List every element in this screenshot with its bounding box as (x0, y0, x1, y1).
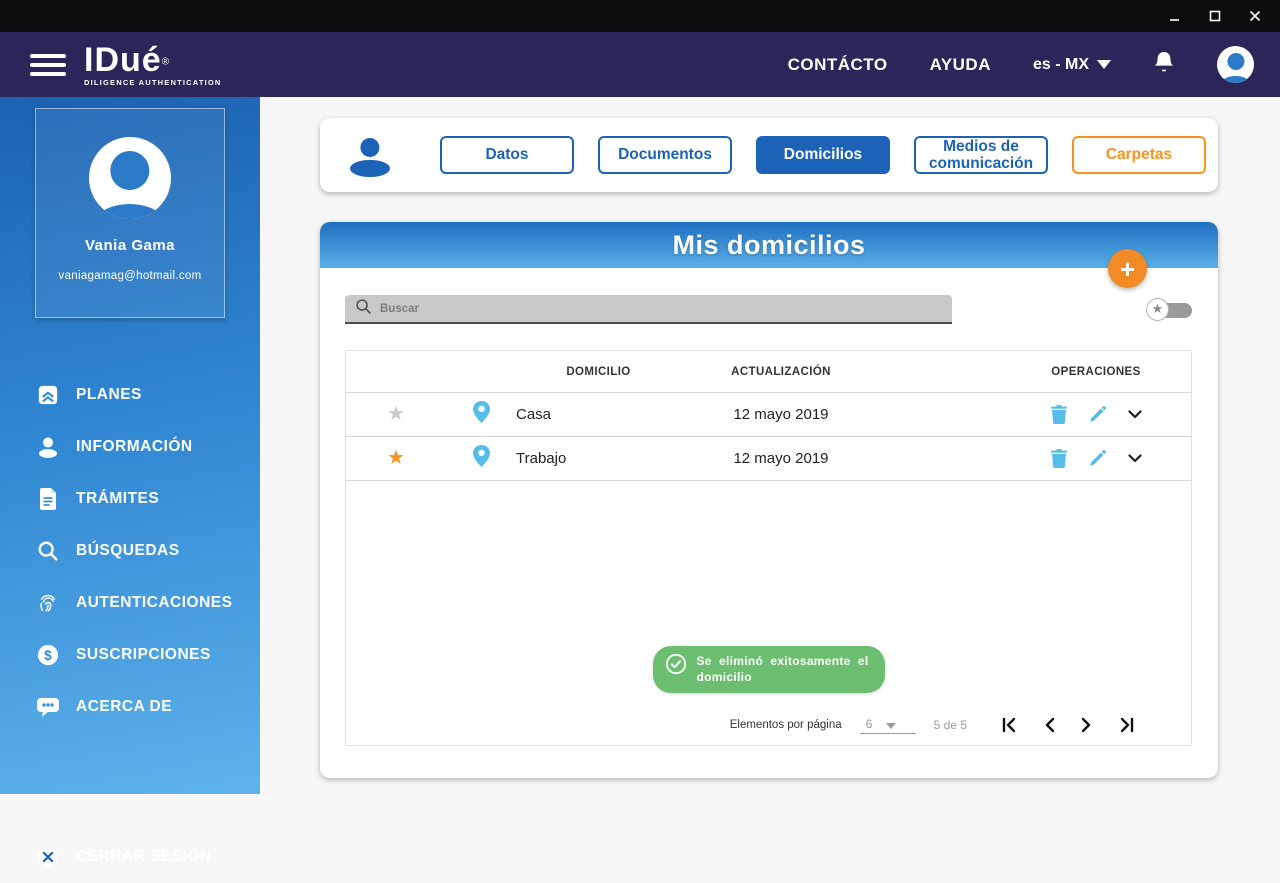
table-header-row: DOMICILIO ACTUALIZACIÓN OPERACIONES (346, 351, 1191, 393)
prev-page-icon[interactable] (1043, 717, 1055, 733)
sidebar-item-label: BÚSQUEDAS (76, 542, 180, 559)
expand-chevron-icon[interactable] (1127, 454, 1142, 463)
sidebar-item-label: SUSCRIPCIONES (76, 646, 211, 663)
panel-title: Mis domicilios (672, 229, 866, 260)
domicilios-panel: Mis domicilios + ★ DOMICILIO ACTUALIZACI… (320, 222, 1218, 778)
search-icon (355, 298, 372, 320)
first-page-icon[interactable] (1001, 717, 1017, 733)
success-toast: Se eliminó exitosamente el domicilio (652, 645, 885, 693)
delete-trash-icon[interactable] (1050, 449, 1067, 468)
next-page-icon[interactable] (1081, 717, 1093, 733)
favorites-filter-toggle[interactable]: ★ (1146, 297, 1192, 322)
favorite-star-icon[interactable]: ★ (387, 403, 405, 425)
profile-avatar (89, 137, 171, 219)
pagination-bar: Elementos por página 6 5 de 5 (346, 705, 1191, 745)
col-header-actualizacion: ACTUALIZACIÓN (731, 365, 831, 378)
check-circle-icon (665, 653, 687, 680)
registered-mark: ® (161, 56, 170, 68)
sidebar-item-label: INFORMACIÓN (76, 438, 193, 455)
tab-domicilios[interactable]: Domicilios (756, 136, 890, 174)
sidebar-item-label: ACERCA DE (76, 698, 173, 715)
minimize-button[interactable] (1168, 9, 1182, 23)
table-row: ★ Trabajo 12 mayo 2019 (346, 437, 1191, 481)
brand-subtitle: DILIGENCE AUTHENTICATION (84, 77, 222, 87)
per-page-label: Elementos por página (729, 719, 842, 731)
chevron-down-icon (1097, 60, 1111, 69)
tab-documentos[interactable]: Documentos (598, 136, 732, 174)
app-logo: IDué® DILIGENCE AUTHENTICATION (84, 43, 222, 87)
domicilios-table: DOMICILIO ACTUALIZACIÓN OPERACIONES ★ Ca… (345, 350, 1192, 746)
logout-icon (36, 845, 60, 869)
page-range: 5 de 5 (933, 718, 967, 732)
brand-name: IDué (84, 40, 162, 79)
fingerprint-icon (36, 591, 60, 615)
tab-carpetas[interactable]: Carpetas (1072, 136, 1206, 174)
edit-pencil-icon[interactable] (1089, 406, 1106, 423)
tab-medios-de-comunicacion[interactable]: Medios de comunicación (914, 136, 1048, 174)
document-icon (36, 487, 60, 511)
domicilio-date: 12 mayo 2019 (733, 406, 829, 423)
delete-trash-icon[interactable] (1050, 405, 1067, 424)
domicilio-name: Casa (516, 406, 552, 423)
col-header-operaciones: OPERACIONES (1051, 365, 1141, 378)
domicilio-name: Trabajo (516, 450, 567, 467)
star-icon: ★ (1146, 297, 1169, 321)
close-button[interactable] (1248, 9, 1262, 23)
table-row: ★ Casa 12 mayo 2019 (346, 393, 1191, 437)
sidebar-item-informacion[interactable]: INFORMACIÓN (0, 421, 260, 473)
notifications-bell-icon[interactable] (1153, 50, 1175, 79)
per-page-select[interactable]: 6 (859, 716, 916, 734)
panel-header: Mis domicilios (320, 222, 1218, 268)
favorite-star-icon[interactable]: ★ (387, 447, 405, 469)
locale-label: es - MX (1032, 55, 1089, 73)
last-page-icon[interactable] (1119, 717, 1135, 733)
sidebar-item-planes[interactable]: PLANES (0, 369, 260, 421)
nav-contacto[interactable]: CONTÁCTO (788, 55, 888, 75)
app-header: IDué® DILIGENCE AUTHENTICATION CONTÁCTO … (0, 32, 1280, 97)
location-pin-icon (446, 445, 516, 472)
nav-ayuda[interactable]: AYUDA (930, 55, 991, 75)
sidebar-item-tramites[interactable]: TRÁMITES (0, 473, 260, 525)
tab-datos[interactable]: Datos (440, 136, 574, 174)
sidebar: Vania Gama vaniagamag@hotmail.com PLANES… (0, 97, 260, 868)
chat-icon (36, 695, 60, 719)
window-titlebar (0, 0, 1280, 32)
person-icon (36, 435, 60, 459)
profile-email: vaniagamag@hotmail.com (58, 270, 202, 282)
search-field[interactable] (345, 295, 952, 324)
dollar-icon: $ (36, 643, 60, 667)
toast-message: Se eliminó exitosamente el domicilio (696, 653, 869, 684)
add-domicilio-button[interactable]: + (1108, 249, 1147, 288)
profile-card: Vania Gama vaniagamag@hotmail.com (35, 108, 225, 318)
sidebar-item-label: CERRAR SESIÓN (76, 848, 212, 865)
plans-icon (36, 383, 60, 407)
edit-pencil-icon[interactable] (1089, 450, 1106, 467)
locale-selector[interactable]: es - MX (1033, 56, 1111, 74)
profile-tabs-card: Datos Documentos Domicilios Medios de co… (320, 118, 1218, 192)
domicilio-date: 12 mayo 2019 (733, 450, 829, 467)
sidebar-item-label: AUTENTICACIONES (76, 594, 233, 611)
col-header-domicilio: DOMICILIO (566, 365, 631, 378)
search-icon (36, 539, 60, 563)
location-pin-icon (446, 401, 516, 428)
expand-chevron-icon[interactable] (1127, 410, 1142, 419)
person-icon (350, 135, 390, 178)
search-input[interactable] (380, 302, 900, 315)
sidebar-item-suscripciones[interactable]: $ SUSCRIPCIONES (0, 629, 260, 681)
sidebar-item-busquedas[interactable]: BÚSQUEDAS (0, 525, 260, 577)
user-avatar[interactable] (1217, 46, 1254, 83)
maximize-button[interactable] (1208, 9, 1222, 23)
sidebar-item-acerca-de[interactable]: ACERCA DE (0, 681, 260, 733)
profile-name: Vania Gama (84, 237, 176, 254)
svg-text:$: $ (44, 648, 52, 663)
sidebar-item-label: PLANES (76, 386, 142, 403)
menu-icon[interactable] (30, 49, 66, 81)
sidebar-item-label: TRÁMITES (76, 490, 160, 507)
sidebar-item-cerrar-sesion[interactable]: CERRAR SESIÓN (0, 831, 260, 883)
per-page-value: 6 (865, 716, 873, 731)
sidebar-item-autenticaciones[interactable]: AUTENTICACIONES (0, 577, 260, 629)
chevron-down-icon (886, 722, 897, 729)
main-content: Datos Documentos Domicilios Medios de co… (260, 97, 1280, 794)
